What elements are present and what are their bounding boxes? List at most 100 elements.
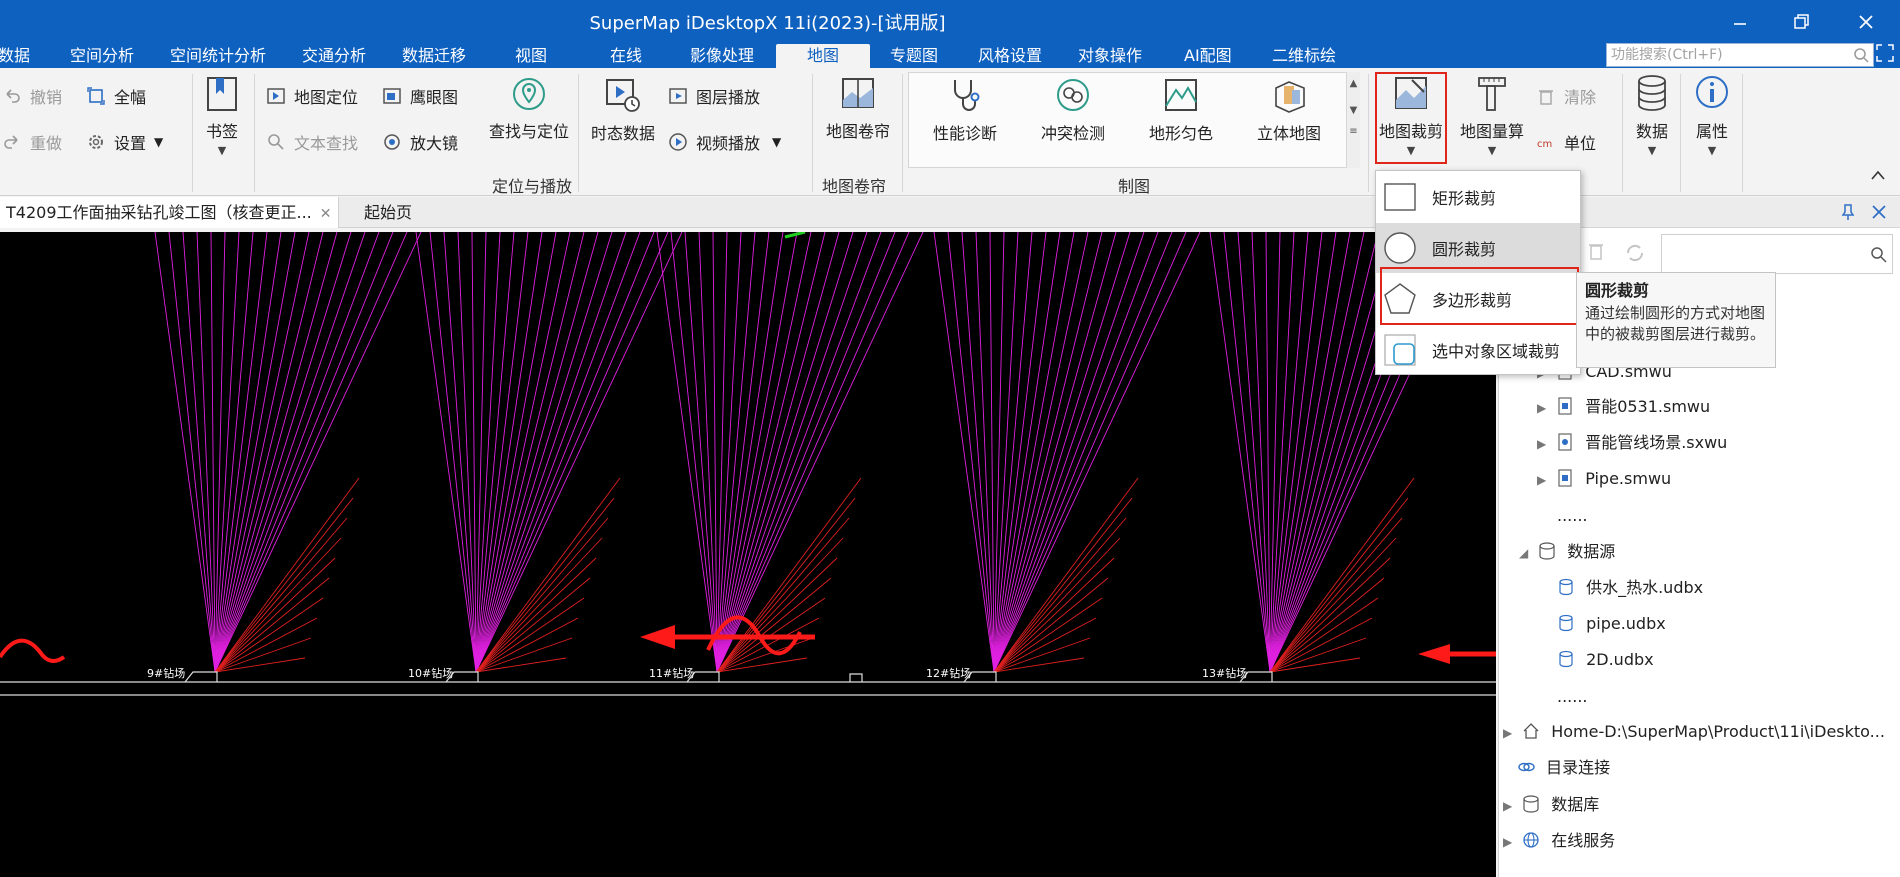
station-outline bbox=[184, 671, 218, 683]
minimize-icon bbox=[1734, 23, 1746, 25]
doc-tab-start-page[interactable]: 起始页 bbox=[358, 197, 418, 228]
properties-button[interactable]: 属性 ▼ bbox=[1690, 74, 1734, 157]
perf-diag-button[interactable]: 性能诊断 bbox=[920, 76, 1010, 144]
borehole-line bbox=[993, 232, 1159, 673]
borehole-line bbox=[214, 232, 366, 673]
tree-item[interactable]: 2D.udbx bbox=[1557, 645, 1654, 675]
tree-item-online-services[interactable]: ▶ 在线服务 bbox=[1503, 826, 1615, 856]
tab-style-settings[interactable]: 风格设置 bbox=[978, 44, 1042, 68]
database-icon bbox=[1523, 795, 1539, 813]
eagle-eye-icon bbox=[383, 88, 401, 104]
separator bbox=[902, 74, 903, 192]
tree-item-database[interactable]: ▶ 数据库 bbox=[1503, 790, 1599, 820]
borehole-line bbox=[168, 232, 216, 673]
stereo-map-button[interactable]: 立体地图 bbox=[1244, 76, 1334, 144]
tab-view[interactable]: 视图 bbox=[515, 44, 547, 68]
separator bbox=[812, 74, 813, 192]
clear-button[interactable]: 清除 bbox=[1536, 84, 1596, 108]
magnifier-icon bbox=[384, 134, 400, 150]
close-icon[interactable]: ✕ bbox=[320, 206, 332, 222]
tree-item[interactable]: 供水_热水.udbx bbox=[1557, 573, 1703, 603]
borehole-line bbox=[214, 232, 394, 673]
tab-spatial-stats[interactable]: 空间统计分析 bbox=[170, 44, 266, 68]
find-locate-button[interactable]: 查找与定位 bbox=[484, 76, 574, 142]
function-search-input[interactable]: 功能搜索(Ctrl+F) bbox=[1606, 43, 1874, 67]
tree-item-more[interactable]: ...... bbox=[1557, 501, 1588, 531]
collapse-ribbon-icon[interactable] bbox=[1870, 168, 1886, 182]
tree-item[interactable]: ▶ 晋能0531.smwu bbox=[1537, 392, 1710, 422]
borehole-line bbox=[716, 232, 770, 673]
panel-search-input[interactable] bbox=[1661, 234, 1893, 274]
redo-button[interactable]: 重做 bbox=[2, 130, 62, 154]
udbx-file-icon bbox=[1559, 650, 1573, 668]
tree-item[interactable]: pipe.udbx bbox=[1557, 609, 1666, 639]
magnifier-button[interactable]: 放大镜 bbox=[382, 130, 458, 154]
green-marker bbox=[784, 232, 806, 239]
search-icon bbox=[268, 134, 284, 150]
tab-object-ops[interactable]: 对象操作 bbox=[1078, 44, 1142, 68]
data-button[interactable]: 数据 ▼ bbox=[1630, 74, 1674, 157]
borehole-line bbox=[475, 232, 655, 673]
chevron-right-icon: ▶ bbox=[1537, 401, 1547, 415]
home-icon bbox=[1523, 723, 1539, 739]
tab-online[interactable]: 在线 bbox=[610, 44, 642, 68]
map-scroll-icon bbox=[842, 78, 874, 108]
delete-icon[interactable] bbox=[1587, 241, 1605, 261]
tab-ai-mapping[interactable]: AI配图 bbox=[1184, 44, 1232, 68]
tree-item[interactable]: ▶ Pipe.smwu bbox=[1537, 464, 1671, 494]
conflict-detect-button[interactable]: 冲突检测 bbox=[1028, 76, 1118, 144]
tab-traffic-analysis[interactable]: 交通分析 bbox=[302, 44, 366, 68]
restore-button[interactable] bbox=[1782, 6, 1822, 38]
tab-spatial-analysis[interactable]: 空间分析 bbox=[70, 44, 134, 68]
menu-item-circle-clip[interactable]: 圆形裁剪 bbox=[1376, 223, 1580, 273]
tab-data[interactable]: 数据 bbox=[0, 44, 30, 68]
tab-image-processing[interactable]: 影像处理 bbox=[690, 44, 754, 68]
group-label-scroll: 地图卷帘 bbox=[822, 177, 887, 196]
refresh-icon[interactable] bbox=[1623, 241, 1647, 265]
map-locate-button[interactable]: 地图定位 bbox=[266, 84, 358, 108]
borehole-line bbox=[716, 232, 924, 673]
doc-tab-map[interactable]: T4209工作面抽采钻孔竣工图（核查更正... ✕ bbox=[0, 197, 339, 228]
tab-data-migration[interactable]: 数据迁移 bbox=[402, 44, 466, 68]
eagle-eye-button[interactable]: 鹰眼图 bbox=[382, 84, 458, 108]
video-play-button[interactable]: 视频播放 ▼ bbox=[668, 130, 781, 154]
database-icon bbox=[1539, 542, 1555, 560]
tab-2d-plotting[interactable]: 二维标绘 bbox=[1272, 44, 1336, 68]
tab-map[interactable]: 地图 bbox=[776, 44, 870, 68]
fullscreen-icon[interactable] bbox=[1876, 44, 1894, 62]
close-icon[interactable] bbox=[1871, 204, 1887, 220]
flow-arrow-head bbox=[1418, 644, 1450, 664]
map-drawing: 9#钻场 10#钻场 11#钻场 12#钻场 13#钻场 bbox=[0, 232, 1496, 696]
gallery-scrollbar[interactable]: ▲ ▼ ≡ bbox=[1346, 72, 1360, 168]
map-measure-button[interactable]: 地图量算 ▼ bbox=[1456, 74, 1528, 157]
chevron-down-icon: ▼ bbox=[1349, 105, 1358, 116]
borehole-line bbox=[443, 232, 477, 673]
minimize-button[interactable] bbox=[1720, 6, 1760, 38]
text-find-button[interactable]: 文本查找 bbox=[266, 130, 358, 154]
menu-item-rect-clip[interactable]: 矩形裁剪 bbox=[1376, 172, 1580, 222]
unit-button[interactable]: cm 单位 bbox=[1536, 130, 1596, 154]
full-extent-button[interactable]: 全幅 bbox=[86, 84, 146, 108]
tree-item[interactable]: ▶ 晋能管线场景.sxwu bbox=[1537, 428, 1727, 458]
map-scroll-button[interactable]: 地图卷帘 bbox=[820, 76, 896, 142]
layer-play-button[interactable]: 图层播放 bbox=[668, 84, 760, 108]
video-play-icon bbox=[669, 133, 687, 151]
tree-item-more[interactable]: ...... bbox=[1557, 682, 1588, 712]
pin-icon[interactable] bbox=[1839, 203, 1857, 221]
tree-item-datasources[interactable]: ◢ 数据源 bbox=[1519, 537, 1615, 567]
menu-item-selected-region-clip[interactable]: 选中对象区域裁剪 bbox=[1376, 325, 1580, 375]
close-button[interactable] bbox=[1846, 6, 1886, 38]
settings-button[interactable]: 设置 ▼ bbox=[86, 130, 163, 154]
bookmark-button[interactable]: 书签 ▼ bbox=[200, 76, 244, 157]
tree-item-dir-connection[interactable]: 目录连接 bbox=[1517, 753, 1610, 783]
terrain-color-button[interactable]: 地形匀色 bbox=[1136, 76, 1226, 144]
tab-thematic-map[interactable]: 专题图 bbox=[890, 44, 938, 68]
borehole-line bbox=[993, 232, 1173, 673]
stereo-map-icon bbox=[1275, 81, 1305, 113]
separator bbox=[254, 74, 255, 192]
undo-button[interactable]: 撤销 bbox=[2, 84, 62, 108]
tree-item-home[interactable]: ▶ Home-D:\SuperMap\Product\11i\iDeskto..… bbox=[1503, 717, 1885, 747]
borehole-line bbox=[993, 232, 1005, 673]
temporal-data-button[interactable]: 时态数据 bbox=[586, 76, 660, 144]
map-canvas[interactable]: 9#钻场 10#钻场 11#钻场 12#钻场 13#钻场 bbox=[0, 232, 1496, 877]
